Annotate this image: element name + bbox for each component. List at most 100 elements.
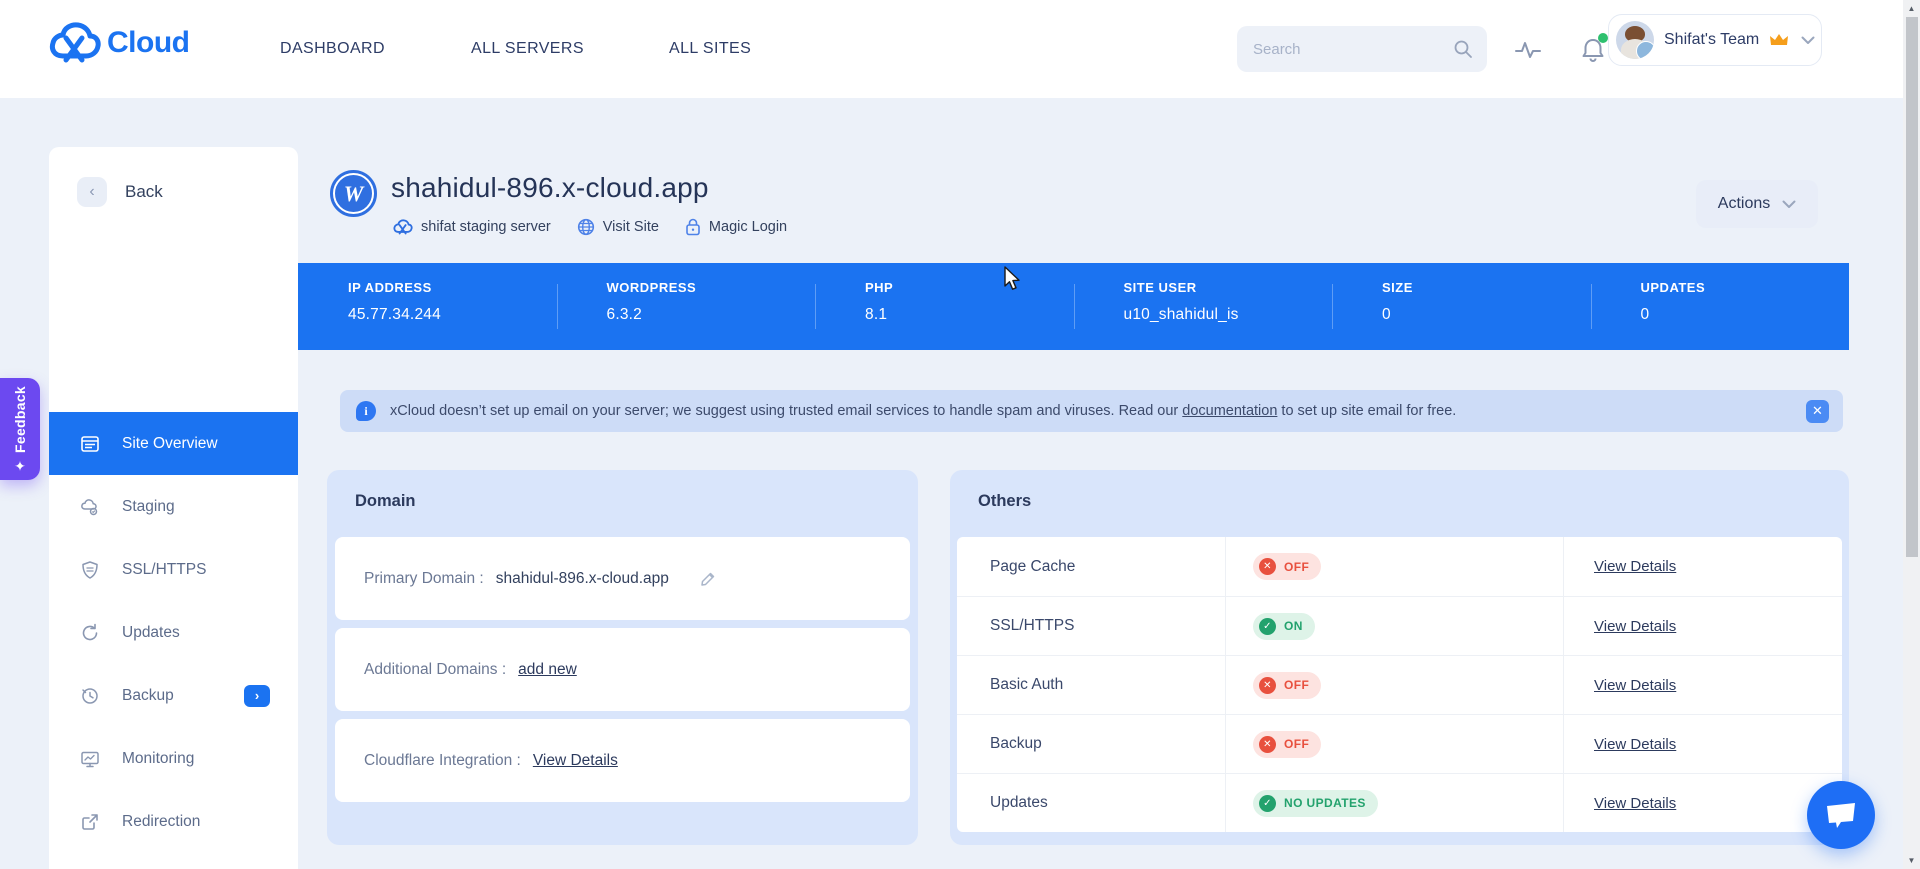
external-link-icon bbox=[80, 812, 100, 832]
others-card-title: Others bbox=[978, 492, 1032, 510]
view-details-link[interactable]: View Details bbox=[1594, 618, 1676, 635]
scroll-up-arrow[interactable]: ▲ bbox=[1903, 0, 1920, 17]
sidebar-item-redirection[interactable]: Redirection bbox=[49, 790, 298, 853]
stat-wordpress: WORDPRESS 6.3.2 bbox=[556, 263, 816, 350]
top-bar: Cloud DASHBOARD ALL SERVERS ALL SITES Sh… bbox=[0, 0, 1920, 98]
back-button[interactable]: ‹ Back bbox=[77, 177, 163, 207]
monitor-icon bbox=[80, 749, 100, 769]
search-input[interactable] bbox=[1253, 40, 1453, 58]
xcloud-logo[interactable]: Cloud bbox=[49, 22, 190, 64]
magic-login-label: Magic Login bbox=[708, 219, 788, 235]
page-title: shahidul-896.x-cloud.app bbox=[391, 172, 709, 203]
check-circle-icon: ✓ bbox=[1259, 794, 1276, 812]
nav-all-servers[interactable]: ALL SERVERS bbox=[471, 0, 584, 98]
add-new-domain-link[interactable]: add new bbox=[518, 661, 577, 679]
others-card: Others Page Cache ✕ OFF View Details SSL/… bbox=[950, 470, 1849, 845]
sidebar-item-backup[interactable]: Backup › bbox=[49, 664, 298, 727]
stat-updates: UPDATES 0 bbox=[1590, 263, 1850, 350]
additional-domains-row: Additional Domains : add new bbox=[335, 628, 910, 711]
chevron-down-icon bbox=[1801, 36, 1815, 45]
chat-bubble-icon bbox=[1824, 800, 1858, 830]
site-stats-bar: IP ADDRESS 45.77.34.244 WORDPRESS 6.3.2 … bbox=[298, 263, 1849, 350]
stat-ip-address: IP ADDRESS 45.77.34.244 bbox=[348, 280, 441, 323]
table-row-page-cache: Page Cache ✕ OFF View Details bbox=[957, 537, 1842, 596]
lock-icon bbox=[685, 218, 701, 236]
sidebar-item-staging[interactable]: Staging bbox=[49, 475, 298, 538]
status-badge: ✕ OFF bbox=[1253, 553, 1322, 580]
chat-widget-button[interactable] bbox=[1807, 781, 1875, 849]
stat-size: SIZE 0 bbox=[1332, 263, 1591, 350]
team-name: Shifat's Team bbox=[1664, 31, 1760, 48]
nav-all-sites[interactable]: ALL SITES bbox=[669, 0, 751, 98]
search-box[interactable] bbox=[1237, 26, 1487, 72]
status-badge: ✕ OFF bbox=[1253, 671, 1322, 699]
sidebar-item-label: SSL/HTTPS bbox=[122, 560, 207, 578]
server-link[interactable]: shifat staging server bbox=[393, 219, 551, 235]
sidebar-item-label: Monitoring bbox=[122, 749, 195, 767]
notification-bell-icon[interactable] bbox=[1578, 33, 1608, 64]
status-badge: ✓ NO UPDATES bbox=[1253, 789, 1378, 817]
sidebar: ‹ Back Site Overview Staging SSL/HTTPS U… bbox=[49, 147, 298, 869]
sidebar-item-label: Updates bbox=[122, 623, 180, 641]
banner-text: xCloud doesn’t set up email on your serv… bbox=[390, 403, 1457, 419]
server-name: shifat staging server bbox=[421, 219, 551, 235]
feedback-label: Feedback bbox=[12, 385, 28, 453]
cloudflare-view-details-link[interactable]: View Details bbox=[533, 752, 618, 770]
primary-domain-value: shahidul-896.x-cloud.app bbox=[495, 569, 669, 587]
stat-site-user: SITE USER u10_shahidul_is bbox=[1073, 263, 1333, 350]
scrollbar-track[interactable]: ▲ ▼ bbox=[1903, 0, 1920, 869]
table-row-ssl-https: SSL/HTTPS ✓ ON View Details bbox=[957, 596, 1842, 655]
feedback-tab[interactable]: Feedback ✦ bbox=[0, 378, 40, 480]
visit-site-link[interactable]: Visit Site bbox=[577, 218, 659, 236]
backup-expand-badge[interactable]: › bbox=[244, 684, 270, 707]
sidebar-item-monitoring[interactable]: Monitoring bbox=[49, 727, 298, 790]
actions-button[interactable]: Actions bbox=[1696, 180, 1818, 228]
sidebar-item-ssl-https[interactable]: SSL/HTTPS bbox=[49, 538, 298, 601]
crown-icon bbox=[1769, 32, 1789, 48]
site-meta-row: shifat staging server Visit Site Magic L… bbox=[393, 218, 787, 236]
sidebar-item-updates[interactable]: Updates bbox=[49, 601, 298, 664]
others-table: Page Cache ✕ OFF View Details SSL/HTTPS ✓… bbox=[957, 537, 1842, 832]
staging-icon bbox=[80, 497, 100, 517]
sidebar-item-email-provider[interactable]: Email Provider bbox=[49, 853, 298, 869]
scroll-down-arrow[interactable]: ▼ bbox=[1903, 852, 1920, 869]
table-row-basic-auth: Basic Auth ✕ OFF View Details bbox=[957, 655, 1842, 714]
domain-card-title: Domain bbox=[355, 492, 416, 510]
magic-login-link[interactable]: Magic Login bbox=[685, 218, 787, 236]
info-icon: i bbox=[356, 401, 376, 421]
globe-icon bbox=[577, 218, 595, 236]
banner-close-button[interactable]: ✕ bbox=[1806, 399, 1829, 423]
row-label: SSL/HTTPS bbox=[957, 597, 1226, 655]
sidebar-item-label: Staging bbox=[122, 497, 175, 515]
view-details-link[interactable]: View Details bbox=[1594, 677, 1676, 694]
view-details-link[interactable]: View Details bbox=[1594, 558, 1676, 575]
status-badge: ✕ OFF bbox=[1253, 730, 1322, 758]
primary-domain-row: Primary Domain : shahidul-896.x-cloud.ap… bbox=[335, 537, 910, 620]
sidebar-item-label: Redirection bbox=[122, 812, 201, 830]
view-details-link[interactable]: View Details bbox=[1594, 736, 1676, 753]
nav-dashboard[interactable]: DASHBOARD bbox=[280, 0, 385, 98]
status-badge: ✓ ON bbox=[1253, 612, 1315, 640]
actions-label: Actions bbox=[1717, 195, 1771, 212]
row-label: Page Cache bbox=[957, 537, 1226, 596]
edit-domain-icon[interactable] bbox=[699, 570, 717, 588]
scrollbar-thumb[interactable] bbox=[1906, 17, 1918, 557]
table-row-updates: Updates ✓ NO UPDATES View Details bbox=[957, 773, 1842, 832]
sidebar-item-site-overview[interactable]: Site Overview bbox=[49, 412, 298, 475]
xcloud-mini-icon bbox=[393, 219, 413, 235]
chevron-down-icon bbox=[1782, 200, 1796, 209]
email-info-banner: i xCloud doesn’t set up email on your se… bbox=[340, 390, 1843, 432]
xcloud-cloud-icon bbox=[49, 22, 101, 64]
site-overview-icon bbox=[80, 434, 100, 454]
documentation-link[interactable]: documentation bbox=[1182, 403, 1277, 419]
brand-name: Cloud bbox=[107, 26, 190, 59]
domain-card: Domain Primary Domain : shahidul-896.x-c… bbox=[327, 470, 918, 845]
activity-pulse-icon[interactable] bbox=[1513, 36, 1543, 64]
check-circle-icon: ✓ bbox=[1259, 617, 1276, 635]
sidebar-item-label: Site Overview bbox=[122, 434, 218, 452]
team-menu[interactable]: Shifat's Team bbox=[1608, 14, 1822, 66]
shield-icon bbox=[80, 560, 100, 580]
row-label: Updates bbox=[957, 774, 1226, 832]
view-details-link[interactable]: View Details bbox=[1594, 795, 1676, 812]
stat-php: PHP 8.1 bbox=[815, 263, 1074, 350]
